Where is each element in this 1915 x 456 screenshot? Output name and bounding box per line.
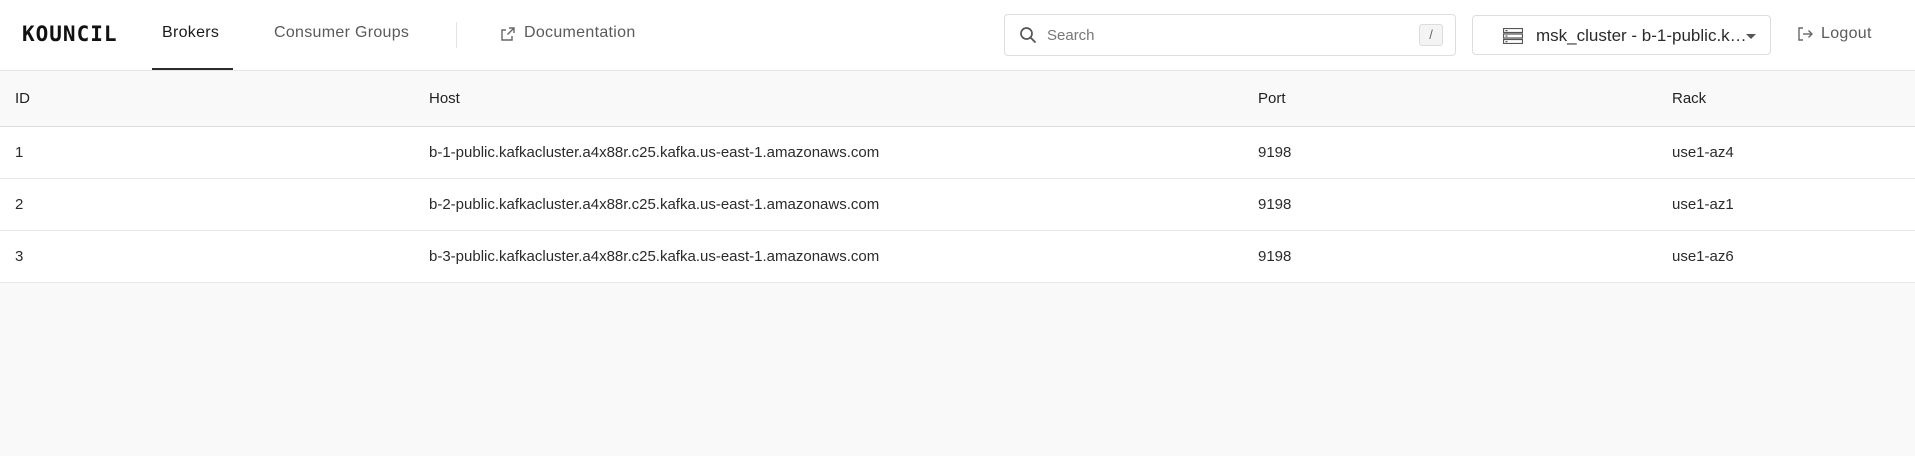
table-row[interactable]: 1 b-1-public.kafkacluster.a4x88r.c25.kaf…	[0, 127, 1915, 179]
table-row[interactable]: 2 b-2-public.kafkacluster.a4x88r.c25.kaf…	[0, 179, 1915, 231]
nav-tab-brokers[interactable]: Brokers	[162, 24, 219, 42]
external-link-icon[interactable]	[500, 26, 516, 42]
broker-host: b-3-public.kafkacluster.a4x88r.c25.kafka…	[429, 248, 880, 265]
broker-host: b-1-public.kafkacluster.a4x88r.c25.kafka…	[429, 144, 880, 161]
top-navigation-bar: KOUNCIL Brokers Consumer Groups Document…	[0, 0, 1915, 71]
cluster-selector[interactable]: msk_cluster - b-1-public.kafkacluster.a4…	[1472, 15, 1771, 55]
broker-host: b-2-public.kafkacluster.a4x88r.c25.kafka…	[429, 196, 880, 213]
column-header-id[interactable]: ID	[15, 71, 30, 126]
caret-down-icon	[1746, 34, 1756, 39]
logout-label: Logout	[1821, 25, 1872, 42]
broker-port: 9198	[1258, 196, 1292, 213]
logout-icon	[1798, 27, 1813, 41]
column-header-port[interactable]: Port	[1258, 71, 1286, 126]
table-row[interactable]: 3 b-3-public.kafkacluster.a4x88r.c25.kaf…	[0, 231, 1915, 283]
server-icon	[1503, 28, 1523, 44]
search-shortcut-key: /	[1419, 24, 1443, 46]
selected-cluster-label: msk_cluster - b-1-public.kafkacluster.a4…	[1536, 26, 1748, 45]
nav-tab-consumer-groups[interactable]: Consumer Groups	[274, 24, 409, 42]
broker-rack: use1-az4	[1672, 144, 1734, 161]
search-box[interactable]: /	[1004, 14, 1456, 56]
active-tab-indicator	[152, 68, 233, 70]
documentation-link[interactable]: Documentation	[524, 24, 636, 42]
broker-id: 3	[15, 248, 24, 265]
broker-port: 9198	[1258, 248, 1292, 265]
search-icon	[1020, 27, 1036, 43]
broker-rack: use1-az6	[1672, 248, 1734, 265]
column-header-host[interactable]: Host	[429, 71, 460, 126]
nav-divider	[456, 22, 457, 48]
search-input[interactable]	[1045, 23, 1405, 47]
broker-rack: use1-az1	[1672, 196, 1734, 213]
brokers-table: ID Host Port Rack 1 b-1-public.kafkaclus…	[0, 71, 1915, 283]
broker-id: 2	[15, 196, 24, 213]
broker-id: 1	[15, 144, 24, 161]
column-header-rack[interactable]: Rack	[1672, 71, 1706, 126]
table-header-row: ID Host Port Rack	[0, 71, 1915, 127]
app-logo[interactable]: KOUNCIL	[22, 22, 118, 46]
broker-port: 9198	[1258, 144, 1292, 161]
